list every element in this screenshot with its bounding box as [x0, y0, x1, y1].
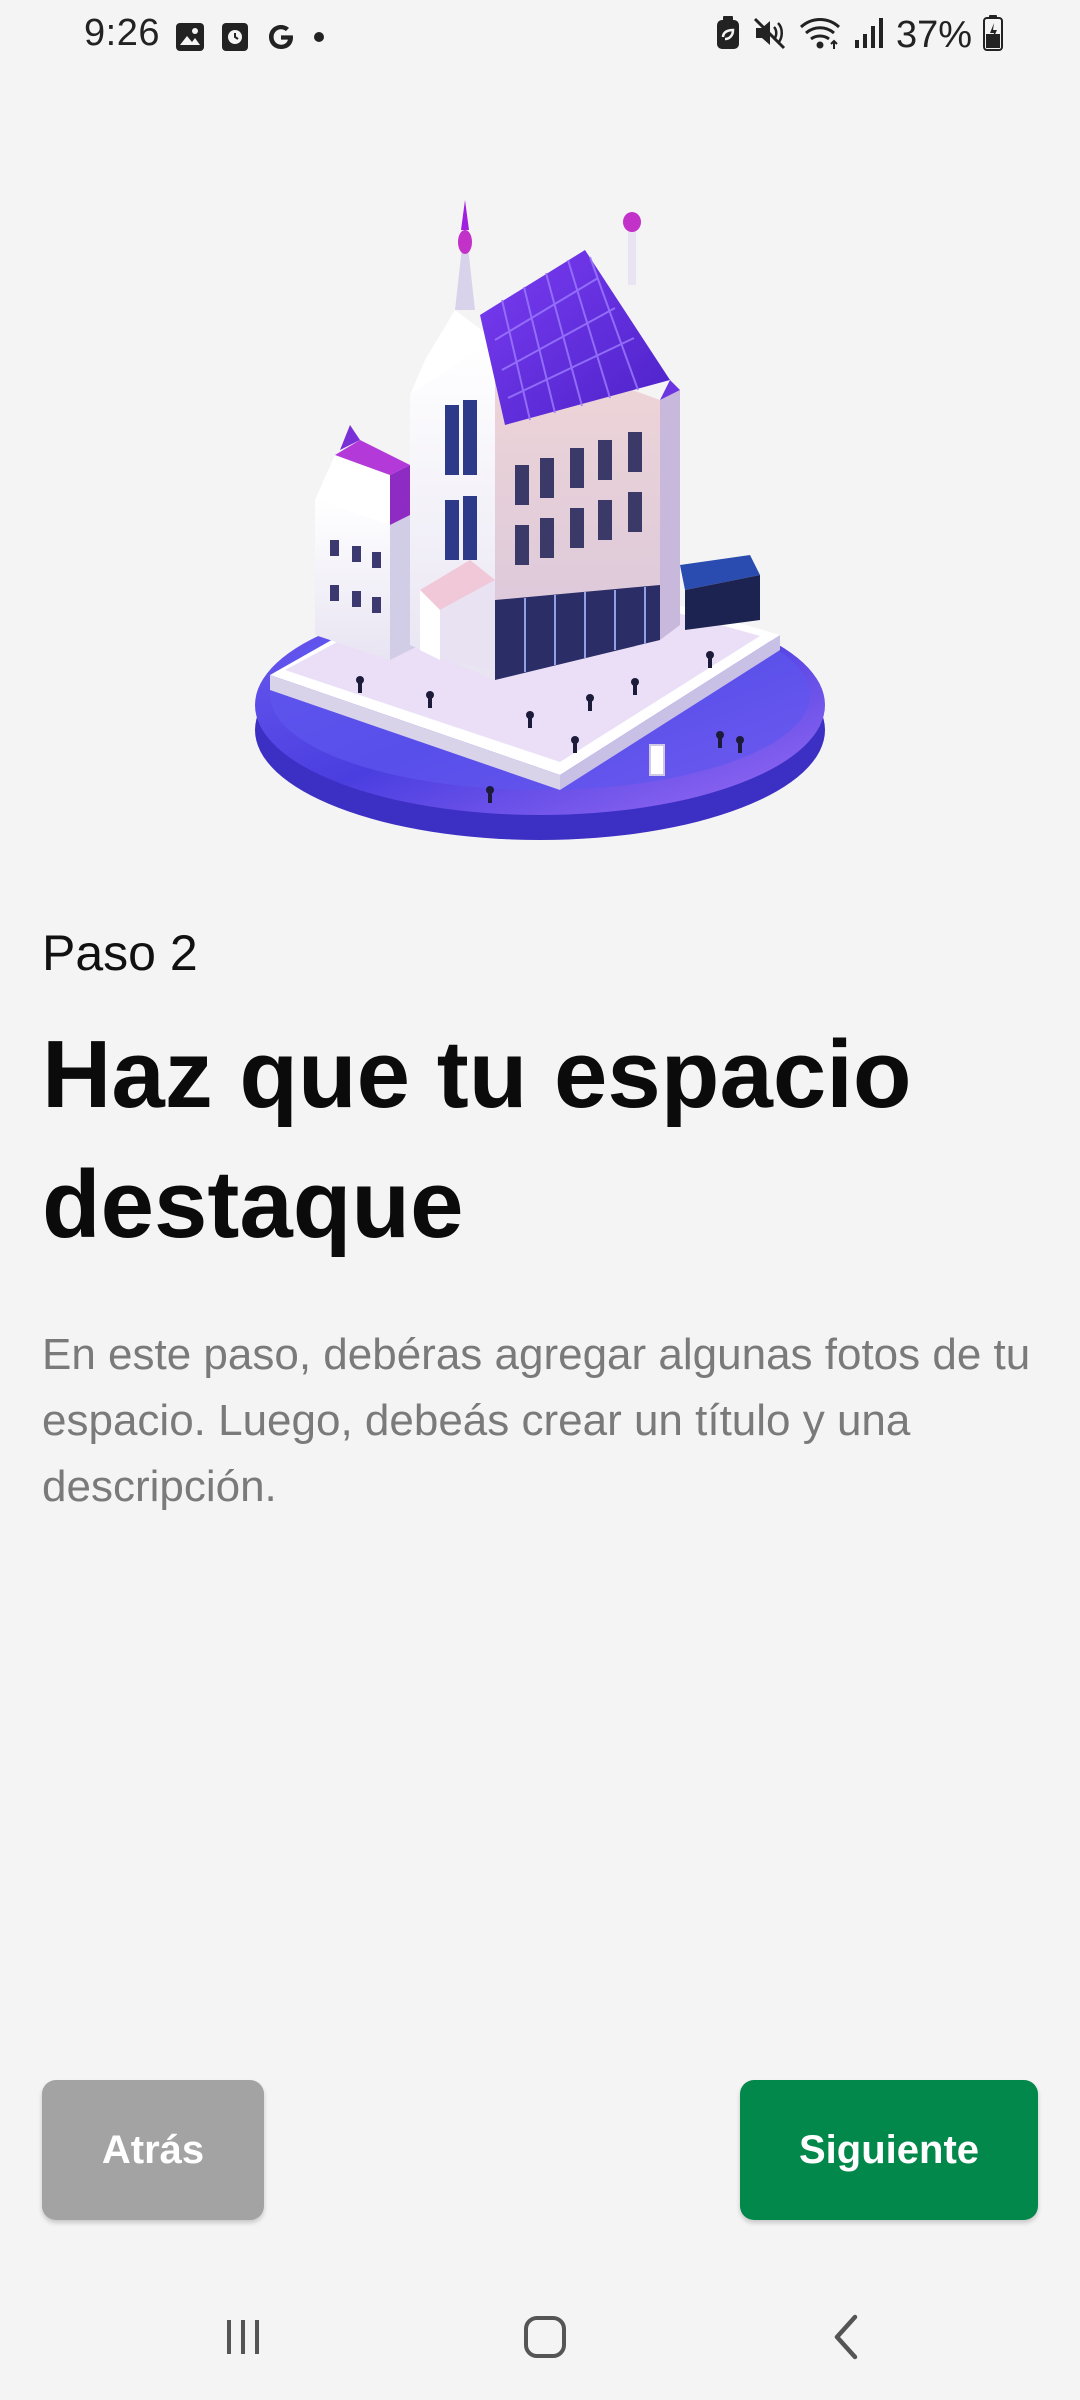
mute-icon	[752, 15, 788, 56]
battery-icon	[982, 14, 1004, 57]
back-button[interactable]: Atrás	[42, 2080, 264, 2220]
battery-percentage: 37%	[895, 14, 972, 56]
clock-app-icon	[220, 21, 250, 58]
onboarding-screen: 9:26 37% Paso 2 Haz que tu espacio desta…	[0, 0, 1080, 2400]
image-icon	[174, 21, 206, 58]
back-icon[interactable]	[802, 2302, 892, 2372]
google-icon	[264, 20, 298, 59]
status-notification-icons	[174, 20, 326, 59]
step-description: En este paso, debéras agregar algunas fo…	[42, 1330, 1031, 1511]
wifi-icon	[798, 15, 842, 56]
status-system-icons: 37%	[714, 14, 1004, 57]
page-title: Haz que tu espacio destaque	[42, 1021, 912, 1258]
dot-icon	[312, 30, 326, 49]
status-bar: 9:26 37%	[0, 0, 1080, 78]
signal-icon	[852, 16, 886, 55]
recent-apps-icon[interactable]	[198, 2302, 288, 2372]
building-illustration	[240, 200, 840, 880]
status-time: 9:26	[84, 12, 160, 54]
step-label: Paso 2	[42, 925, 198, 981]
home-icon[interactable]	[500, 2302, 590, 2372]
next-button[interactable]: Siguiente	[740, 2080, 1038, 2220]
system-nav-bar	[0, 2268, 1080, 2400]
battery-saver-icon	[714, 15, 742, 56]
